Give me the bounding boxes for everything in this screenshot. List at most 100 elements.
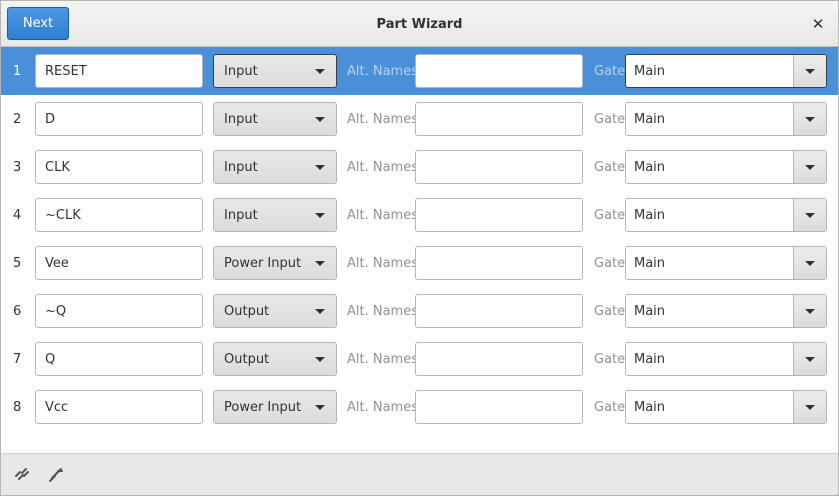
pin-type-dropdown[interactable]: Power Input bbox=[213, 246, 337, 280]
alt-names-label: Alt. Names bbox=[347, 255, 418, 271]
pin-type-value: Power Input bbox=[224, 255, 302, 271]
gate-label: Gate bbox=[594, 351, 626, 367]
pin-row[interactable]: 4 ~CLK Input Alt. Names Gate Main bbox=[1, 191, 838, 239]
alt-names-label: Alt. Names bbox=[347, 351, 418, 367]
pin-name-input[interactable]: Vcc bbox=[35, 390, 203, 424]
row-number: 3 bbox=[13, 159, 22, 175]
pin-name-input[interactable]: ~Q bbox=[35, 294, 203, 328]
chevron-down-icon bbox=[315, 405, 325, 410]
alt-names-input[interactable] bbox=[415, 150, 583, 184]
pin-type-value: Input bbox=[224, 63, 258, 79]
pin-row[interactable]: 6 ~Q Output Alt. Names Gate Main bbox=[1, 287, 838, 335]
gate-dropdown-button[interactable] bbox=[793, 199, 826, 231]
gate-value: Main bbox=[634, 159, 666, 175]
header-bar: Next Part Wizard ✕ bbox=[1, 1, 838, 47]
pin-type-dropdown[interactable]: Power Input bbox=[213, 390, 337, 424]
unlink-icon[interactable] bbox=[13, 466, 31, 484]
gate-combo[interactable]: Main bbox=[625, 150, 827, 184]
pin-type-value: Input bbox=[224, 159, 258, 175]
pin-list: 1 RESET Input Alt. Names Gate Main 2 D Input Alt.… bbox=[1, 47, 838, 431]
gate-combo[interactable]: Main bbox=[625, 246, 827, 280]
chevron-down-icon bbox=[315, 309, 325, 314]
gate-dropdown-button[interactable] bbox=[793, 391, 826, 423]
gate-value: Main bbox=[634, 255, 666, 271]
pin-name-input[interactable]: CLK bbox=[35, 150, 203, 184]
gate-value: Main bbox=[634, 63, 666, 79]
row-number: 8 bbox=[13, 399, 22, 415]
chevron-down-icon bbox=[315, 69, 325, 74]
pin-row[interactable]: 8 Vcc Power Input Alt. Names Gate Main bbox=[1, 383, 838, 431]
part-wizard-window: Next Part Wizard ✕ 1 RESET Input Alt. Names… bbox=[0, 0, 839, 496]
row-number: 7 bbox=[13, 351, 22, 367]
row-number: 1 bbox=[13, 63, 22, 79]
row-number: 6 bbox=[13, 303, 22, 319]
gate-label: Gate bbox=[594, 303, 626, 319]
pin-name-input[interactable]: Q bbox=[35, 342, 203, 376]
pin-type-dropdown[interactable]: Input bbox=[213, 102, 337, 136]
gate-label: Gate bbox=[594, 399, 626, 415]
chevron-down-icon bbox=[315, 213, 325, 218]
chevron-down-icon bbox=[315, 357, 325, 362]
alt-names-input[interactable] bbox=[415, 198, 583, 232]
alt-names-label: Alt. Names bbox=[347, 207, 418, 223]
alt-names-input[interactable] bbox=[415, 54, 583, 88]
gate-combo[interactable]: Main bbox=[625, 102, 827, 136]
gate-label: Gate bbox=[594, 255, 626, 271]
chevron-down-icon bbox=[315, 261, 325, 266]
pin-row[interactable]: 7 Q Output Alt. Names Gate Main bbox=[1, 335, 838, 383]
alt-names-input[interactable] bbox=[415, 246, 583, 280]
next-button[interactable]: Next bbox=[7, 7, 69, 40]
gate-combo[interactable]: Main bbox=[625, 342, 827, 376]
pin-type-value: Output bbox=[224, 351, 270, 367]
gate-dropdown-button[interactable] bbox=[793, 151, 826, 183]
gate-dropdown-button[interactable] bbox=[793, 343, 826, 375]
row-number: 5 bbox=[13, 255, 22, 271]
chevron-down-icon bbox=[315, 165, 325, 170]
gate-combo[interactable]: Main bbox=[625, 198, 827, 232]
pin-name-input[interactable]: RESET bbox=[35, 54, 203, 88]
row-number: 2 bbox=[13, 111, 22, 127]
gate-label: Gate bbox=[594, 207, 626, 223]
pin-type-value: Input bbox=[224, 111, 258, 127]
gate-combo[interactable]: Main bbox=[625, 390, 827, 424]
pin-name-input[interactable]: ~CLK bbox=[35, 198, 203, 232]
gate-dropdown-button[interactable] bbox=[793, 295, 826, 327]
pin-name-input[interactable]: Vee bbox=[35, 246, 203, 280]
alt-names-input[interactable] bbox=[415, 342, 583, 376]
gate-value: Main bbox=[634, 207, 666, 223]
alt-names-input[interactable] bbox=[415, 390, 583, 424]
pin-type-dropdown[interactable]: Input bbox=[213, 54, 337, 88]
gate-value: Main bbox=[634, 111, 666, 127]
pin-name-input[interactable]: D bbox=[35, 102, 203, 136]
gate-combo[interactable]: Main bbox=[625, 54, 827, 88]
pin-type-dropdown[interactable]: Input bbox=[213, 198, 337, 232]
gate-value: Main bbox=[634, 351, 666, 367]
link-icon[interactable] bbox=[47, 466, 65, 484]
pin-type-dropdown[interactable]: Input bbox=[213, 150, 337, 184]
chevron-down-icon bbox=[315, 117, 325, 122]
gate-label: Gate bbox=[594, 111, 626, 127]
gate-label: Gate bbox=[594, 63, 626, 79]
gate-value: Main bbox=[634, 399, 666, 415]
alt-names-input[interactable] bbox=[415, 294, 583, 328]
pin-type-value: Input bbox=[224, 207, 258, 223]
footer-toolbar bbox=[1, 453, 838, 495]
gate-dropdown-button[interactable] bbox=[793, 103, 826, 135]
pin-row[interactable]: 5 Vee Power Input Alt. Names Gate Main bbox=[1, 239, 838, 287]
alt-names-label: Alt. Names bbox=[347, 111, 418, 127]
gate-label: Gate bbox=[594, 159, 626, 175]
pin-row[interactable]: 1 RESET Input Alt. Names Gate Main bbox=[1, 47, 838, 95]
gate-combo[interactable]: Main bbox=[625, 294, 827, 328]
close-button[interactable]: ✕ bbox=[808, 14, 828, 34]
close-icon: ✕ bbox=[811, 15, 825, 33]
pin-type-dropdown[interactable]: Output bbox=[213, 294, 337, 328]
alt-names-label: Alt. Names bbox=[347, 303, 418, 319]
gate-dropdown-button[interactable] bbox=[793, 55, 826, 87]
pin-type-dropdown[interactable]: Output bbox=[213, 342, 337, 376]
row-number: 4 bbox=[13, 207, 22, 223]
gate-value: Main bbox=[634, 303, 666, 319]
alt-names-input[interactable] bbox=[415, 102, 583, 136]
pin-row[interactable]: 2 D Input Alt. Names Gate Main bbox=[1, 95, 838, 143]
gate-dropdown-button[interactable] bbox=[793, 247, 826, 279]
pin-row[interactable]: 3 CLK Input Alt. Names Gate Main bbox=[1, 143, 838, 191]
